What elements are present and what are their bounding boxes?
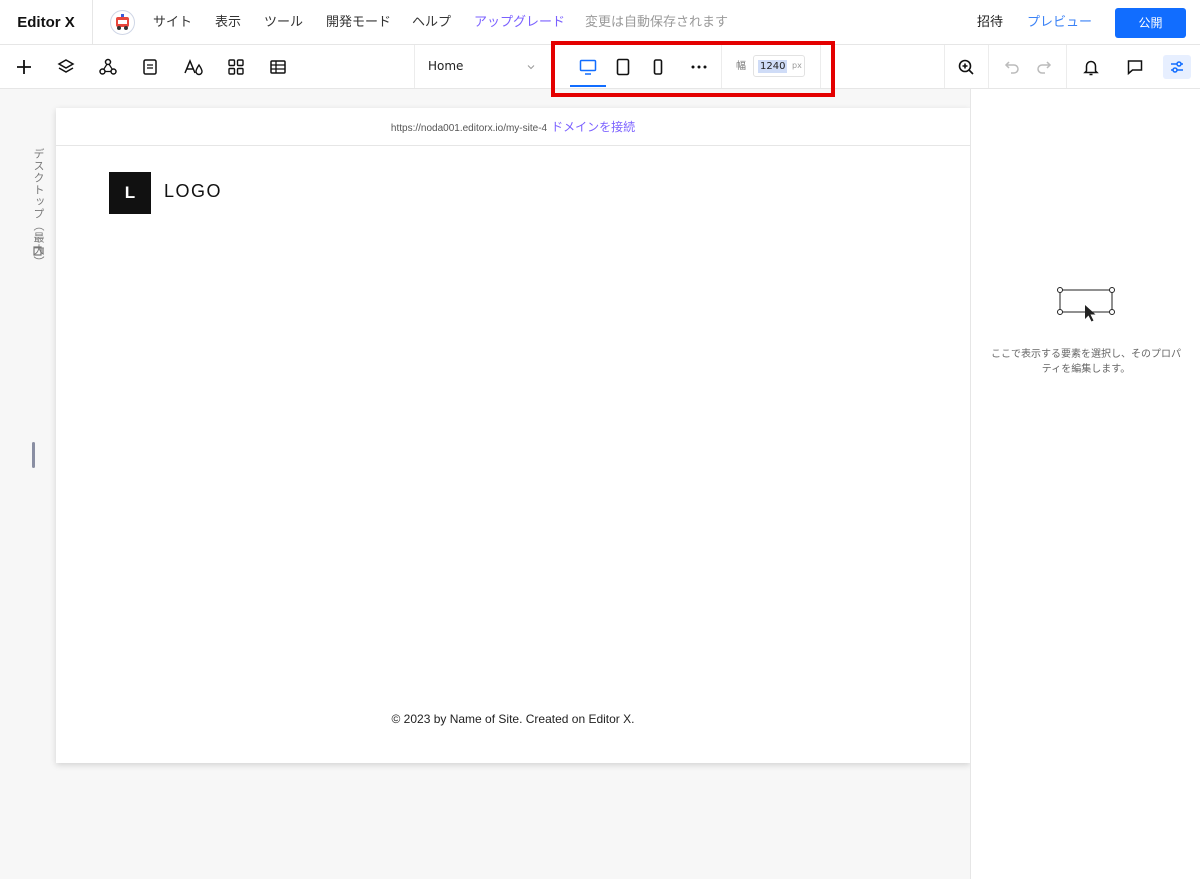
site-url: https://noda001.editorx.io/my-site-4	[390, 123, 548, 134]
divider	[553, 45, 554, 88]
width-input[interactable]: 1240 px	[753, 55, 805, 77]
chevron-down-icon[interactable]	[525, 61, 537, 73]
site-avatar[interactable]	[110, 10, 135, 35]
layers-icon[interactable]	[56, 57, 76, 77]
site-logo-text[interactable]: LOGO	[164, 181, 222, 202]
table-icon[interactable]	[268, 57, 288, 77]
comment-icon[interactable]	[1125, 57, 1145, 77]
bell-icon[interactable]	[1081, 57, 1101, 77]
site-footer[interactable]: © 2023 by Name of Site. Created on Edito…	[56, 712, 970, 726]
redo-icon[interactable]	[1033, 57, 1053, 77]
page-selector[interactable]: Home	[428, 45, 463, 88]
menu-help[interactable]: ヘルプ	[412, 0, 451, 45]
settings-icon[interactable]	[1163, 55, 1191, 79]
preview-button[interactable]: プレビュー	[1027, 0, 1092, 45]
more-icon[interactable]	[688, 57, 710, 77]
tablet-icon[interactable]	[613, 57, 633, 77]
menu-dev-mode[interactable]: 開発モード	[326, 0, 391, 45]
url-bar: https://noda001.editorx.io/my-site-4 ドメイン…	[56, 108, 970, 146]
editor-x-logo[interactable]: Editor X	[0, 0, 93, 45]
divider	[988, 45, 989, 88]
autosave-status: 変更は自動保存されます	[585, 15, 729, 30]
divider	[820, 45, 821, 88]
divider	[944, 45, 945, 88]
menu-tools[interactable]: ツール	[264, 0, 303, 45]
undo-icon[interactable]	[1003, 57, 1023, 77]
connect-domain-link[interactable]: ドメインを接続	[551, 120, 635, 134]
menu-upgrade[interactable]: アップグレード	[474, 0, 565, 45]
active-device-indicator	[570, 85, 606, 87]
top-bar: Editor X サイト 表示 ツール 開発モード ヘルプ アップグレード 変更…	[0, 0, 1200, 45]
page-canvas[interactable]: https://noda001.editorx.io/my-site-4 ドメイン…	[56, 108, 970, 763]
pages-icon[interactable]	[140, 57, 160, 77]
desktop-icon[interactable]	[578, 57, 598, 77]
inspector-panel: ここで表示する要素を選択し、そのプロパティを編集します。	[970, 89, 1200, 879]
inspector-empty-message: ここで表示する要素を選択し、そのプロパティを編集します。	[991, 349, 1181, 375]
width-unit: px	[792, 61, 802, 70]
add-icon[interactable]	[14, 57, 34, 77]
connections-icon[interactable]	[98, 57, 118, 77]
divider	[721, 45, 722, 88]
divider	[414, 45, 415, 88]
menu-view[interactable]: 表示	[215, 0, 241, 45]
menu-site[interactable]: サイト	[153, 0, 192, 45]
publish-button[interactable]: 公開	[1115, 8, 1186, 38]
apps-icon[interactable]	[226, 57, 246, 77]
width-value[interactable]: 1240	[758, 60, 788, 73]
site-logo-mark[interactable]: L	[109, 172, 151, 214]
invite-button[interactable]: 招待	[977, 0, 1003, 45]
mobile-icon[interactable]	[648, 57, 668, 77]
editor-toolbar: Home 幅 1240 px	[0, 45, 1200, 89]
zoom-icon[interactable]	[956, 57, 976, 77]
theme-icon[interactable]	[183, 57, 203, 77]
select-element-illustration-icon	[1057, 287, 1115, 323]
divider	[1066, 45, 1067, 88]
width-label: 幅	[736, 61, 746, 72]
resize-handle[interactable]	[32, 442, 35, 468]
desktop-breakpoint-icon[interactable]	[33, 245, 45, 257]
